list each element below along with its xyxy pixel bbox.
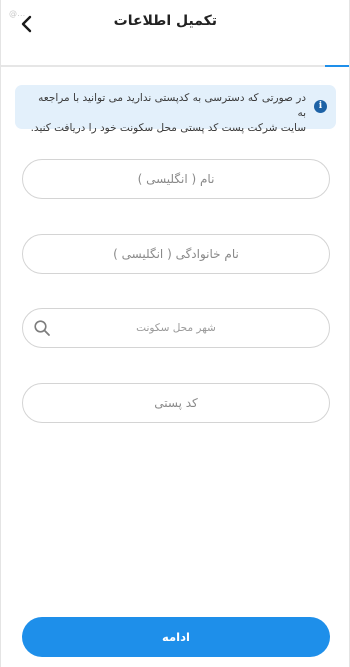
screen: @... تکمیل اطلاعات i در صورتی که دسترسی … — [0, 0, 350, 667]
postal-code-field — [22, 383, 330, 423]
city-input[interactable] — [23, 309, 329, 347]
last-name-input[interactable] — [23, 235, 329, 273]
info-icon: i — [314, 100, 327, 113]
city-field — [22, 308, 330, 348]
first-name-input[interactable] — [23, 160, 329, 198]
postal-code-input[interactable] — [23, 384, 329, 422]
header: تکمیل اطلاعات — [1, 0, 349, 46]
info-box: i در صورتی که دسترسی به کدپستی ندارید می… — [15, 85, 336, 134]
page-title: تکمیل اطلاعات — [113, 13, 217, 29]
last-name-field — [22, 234, 330, 274]
continue-button[interactable]: ادامه — [22, 617, 330, 657]
progress-track — [1, 65, 349, 67]
info-text-line-2: سایت شرکت پست کد پستی محل سکونت خود را د… — [30, 122, 306, 134]
info-text: در صورتی که دسترسی به کدپستی ندارید می ت… — [27, 91, 306, 136]
chevron-left-icon — [21, 15, 32, 33]
back-button[interactable] — [15, 12, 39, 36]
progress-fill — [324, 65, 349, 67]
info-text-line-1: در صورتی که دسترسی به کدپستی ندارید می ت… — [38, 92, 306, 119]
first-name-field — [22, 159, 330, 199]
